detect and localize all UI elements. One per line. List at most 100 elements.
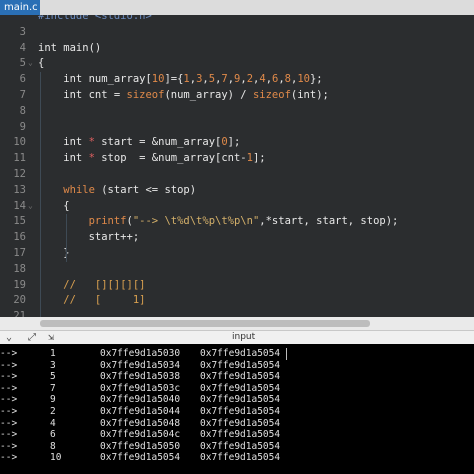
stop-pointer-text: 0x7ffe9d1a5054 bbox=[200, 348, 281, 359]
code-line[interactable]: 11 int * stop = &num_array[cnt-1]; bbox=[0, 151, 474, 166]
start-pointer-text: 0x7ffe9d1a5040 bbox=[100, 394, 181, 406]
console-header: ⌄ ⤢ ⇲ input bbox=[0, 330, 474, 344]
line-number: 19 bbox=[13, 278, 26, 291]
code-line[interactable]: 4 int main() bbox=[0, 41, 474, 56]
console-output-row: --> 9 0x7ffe9d1a5040 0x7ffe9d1a5054 bbox=[0, 394, 474, 406]
stop-pointer-text: 0x7ffe9d1a5054 bbox=[200, 382, 281, 394]
line-number: 18 bbox=[13, 262, 26, 275]
start-pointer-text: 0x7ffe9d1a504c bbox=[100, 429, 181, 441]
chevron-down-icon[interactable]: ⌄ bbox=[6, 332, 12, 344]
stop-pointer-text: 0x7ffe9d1a5054 bbox=[200, 406, 281, 417]
code-line[interactable]: 10 int * start = &num_array[0]; bbox=[0, 135, 474, 150]
code-text: int num_array[10]={1,3,5,7,9,2,4,6,8,10}… bbox=[38, 73, 323, 86]
code-text: int cnt = sizeof(num_array) / sizeof(int… bbox=[38, 89, 329, 101]
fold-toggle-icon[interactable]: ⌄ bbox=[28, 58, 33, 67]
code-line[interactable]: 6 int num_array[10]={1,3,5,7,9,2,4,6,8,1… bbox=[0, 72, 474, 87]
start-pointer-text: 0x7ffe9d1a5030 bbox=[100, 348, 181, 359]
code-line[interactable]: 15 printf("--> \t%d\t%p\t%p\n",*start, s… bbox=[0, 214, 474, 229]
code-text: // [][][][] bbox=[63, 278, 146, 291]
line-number: 11 bbox=[13, 152, 26, 165]
tab-bar: main.c bbox=[0, 0, 474, 15]
code-line[interactable]: 9 bbox=[0, 120, 474, 135]
code-line[interactable]: #include <stdio.h> bbox=[0, 15, 474, 24]
console-output-row: --> 2 0x7ffe9d1a5044 0x7ffe9d1a5054 bbox=[0, 406, 474, 418]
code-line[interactable]: 16 start++; bbox=[0, 230, 474, 245]
line-number: 5 bbox=[19, 57, 26, 70]
arrow-text: --> bbox=[0, 348, 18, 359]
arrow-text: --> bbox=[0, 417, 18, 429]
code-text: { bbox=[38, 57, 45, 70]
code-line[interactable]: 20 // [ 1] bbox=[0, 293, 474, 308]
console-output-row: --> 5 0x7ffe9d1a5038 0x7ffe9d1a5054 bbox=[0, 371, 474, 383]
code-line[interactable]: 19 // [][][][] bbox=[0, 278, 474, 293]
scrollbar-thumb[interactable] bbox=[40, 320, 370, 327]
start-pointer-text: 0x7ffe9d1a5054 bbox=[100, 452, 181, 464]
value-text: 3 bbox=[50, 359, 56, 371]
console-output-row: --> 3 0x7ffe9d1a5034 0x7ffe9d1a5054 bbox=[0, 360, 474, 372]
code-line[interactable]: 17 } bbox=[0, 246, 474, 261]
start-pointer-text: 0x7ffe9d1a5038 bbox=[100, 371, 181, 383]
line-number: 13 bbox=[13, 183, 26, 196]
line-number: 20 bbox=[13, 294, 26, 307]
start-pointer-text: 0x7ffe9d1a5048 bbox=[100, 417, 181, 429]
code-text: int * start = &num_array[0]; bbox=[38, 136, 241, 149]
console-title: input bbox=[232, 332, 256, 342]
fold-toggle-icon[interactable]: ⌄ bbox=[28, 201, 33, 210]
console-output-row: --> 7 0x7ffe9d1a503c 0x7ffe9d1a5054 bbox=[0, 383, 474, 395]
tab-main-c[interactable]: main.c bbox=[0, 0, 40, 15]
line-number: 4 bbox=[19, 41, 26, 54]
arrow-text: --> bbox=[0, 359, 18, 371]
line-number: 7 bbox=[19, 89, 26, 101]
code-text: { bbox=[38, 199, 70, 212]
code-line[interactable]: 7 int cnt = sizeof(num_array) / sizeof(i… bbox=[0, 88, 474, 103]
value-text: 5 bbox=[50, 371, 56, 383]
line-number: 21 bbox=[13, 310, 26, 317]
arrow-text: --> bbox=[0, 440, 18, 452]
line-number: 14 bbox=[13, 199, 26, 212]
arrow-text: --> bbox=[0, 429, 18, 441]
start-pointer-text: 0x7ffe9d1a5050 bbox=[100, 440, 181, 452]
line-number: 16 bbox=[13, 231, 26, 244]
stop-pointer-text: 0x7ffe9d1a5054 bbox=[200, 452, 281, 464]
code-text: int main() bbox=[38, 41, 102, 54]
stdin-icon[interactable]: ⇲ bbox=[48, 332, 54, 344]
expand-arrows-icon[interactable]: ⤢ bbox=[28, 332, 36, 344]
code-editor[interactable]: #include <stdio.h> 3 4 int main() 5{6 int nu… bbox=[0, 15, 474, 317]
console-output-row: --> 4 0x7ffe9d1a5048 0x7ffe9d1a5054 bbox=[0, 418, 474, 430]
value-text: 9 bbox=[50, 394, 56, 406]
code-line[interactable]: 14 { bbox=[0, 199, 474, 214]
stop-pointer-text: 0x7ffe9d1a5054 bbox=[200, 359, 281, 371]
output-console: --> 1 0x7ffe9d1a5030 0x7ffe9d1a5054 --> 3 0x7f… bbox=[0, 344, 474, 474]
text-caret bbox=[286, 348, 287, 360]
code-line[interactable]: 5{ bbox=[0, 56, 474, 71]
stop-pointer-text: 0x7ffe9d1a5054 bbox=[200, 371, 281, 383]
code-line[interactable]: 8 bbox=[0, 104, 474, 119]
line-number: 9 bbox=[19, 120, 26, 133]
value-text: 1 bbox=[50, 348, 56, 359]
start-pointer-text: 0x7ffe9d1a503c bbox=[100, 382, 181, 394]
value-text: 2 bbox=[50, 406, 56, 417]
code-line[interactable]: 12 bbox=[0, 167, 474, 182]
stop-pointer-text: 0x7ffe9d1a5054 bbox=[200, 417, 281, 429]
code-text: int * stop = &num_array[cnt-1]; bbox=[38, 152, 266, 165]
arrow-text: --> bbox=[0, 406, 18, 417]
line-number: 10 bbox=[13, 136, 26, 149]
horizontal-scrollbar[interactable] bbox=[0, 317, 474, 330]
stop-pointer-text: 0x7ffe9d1a5054 bbox=[200, 429, 281, 441]
console-output-row: --> 6 0x7ffe9d1a504c 0x7ffe9d1a5054 bbox=[0, 429, 474, 441]
code-line[interactable]: 21 bbox=[0, 309, 474, 317]
start-pointer-text: 0x7ffe9d1a5034 bbox=[100, 359, 181, 371]
line-number: 3 bbox=[19, 25, 26, 38]
arrow-text: --> bbox=[0, 382, 18, 394]
console-output-row: --> 8 0x7ffe9d1a5050 0x7ffe9d1a5054 bbox=[0, 441, 474, 453]
code-text: } bbox=[38, 247, 70, 259]
value-text: 6 bbox=[50, 429, 56, 441]
code-text: // [ 1] bbox=[63, 294, 146, 307]
code-line[interactable]: 18 bbox=[0, 262, 474, 277]
code-line[interactable]: 13 while (start <= stop) bbox=[0, 183, 474, 198]
code-text: printf("--> \t%d\t%p\t%p\n",*start, star… bbox=[88, 215, 399, 228]
line-number: 12 bbox=[13, 168, 26, 180]
value-text: 10 bbox=[50, 452, 62, 464]
line-number: 6 bbox=[19, 73, 26, 86]
code-line[interactable]: 3 bbox=[0, 25, 474, 40]
